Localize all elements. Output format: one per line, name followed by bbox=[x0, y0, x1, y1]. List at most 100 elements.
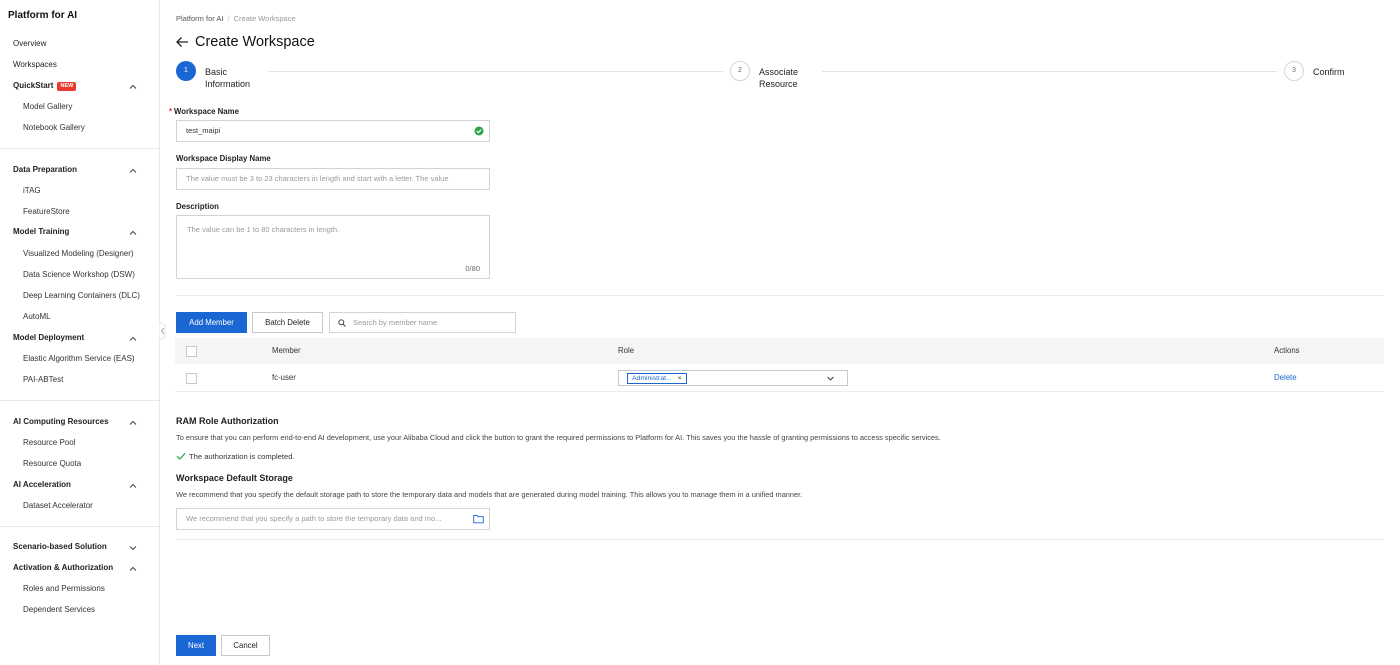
cancel-button[interactable]: Cancel bbox=[221, 635, 270, 656]
breadcrumb: Platform for AI / Create Workspace bbox=[176, 14, 296, 23]
breadcrumb-root[interactable]: Platform for AI bbox=[176, 14, 224, 23]
sidebar-item-model-gallery[interactable]: Model Gallery bbox=[23, 99, 72, 115]
sidebar-item-roles-permissions[interactable]: Roles and Permissions bbox=[23, 581, 105, 597]
close-icon[interactable]: × bbox=[678, 375, 682, 382]
section-divider bbox=[176, 539, 1384, 540]
member-name: fc-user bbox=[272, 373, 296, 382]
chevron-up-icon[interactable] bbox=[128, 561, 138, 577]
storage-path-input[interactable]: We recommend that you specify a path to … bbox=[176, 508, 490, 530]
description-label: Description bbox=[176, 202, 219, 211]
new-badge: NEW bbox=[57, 82, 77, 91]
step-1-label: Basic Information bbox=[205, 66, 250, 90]
sidebar-group-model-training[interactable]: Model Training bbox=[13, 224, 69, 240]
step-2-label: Associate Resource bbox=[759, 66, 798, 90]
step-2-line1: Associate bbox=[759, 67, 799, 77]
workspace-name-value: test_maipi bbox=[186, 126, 221, 135]
sidebar-group-ai-acceleration[interactable]: AI Acceleration bbox=[13, 477, 71, 493]
sidebar-item-notebook-gallery[interactable]: Notebook Gallery bbox=[23, 120, 85, 136]
sidebar-group-model-deployment[interactable]: Model Deployment bbox=[13, 330, 84, 346]
authorization-status-text: The authorization is completed. bbox=[189, 451, 295, 461]
sidebar-item-resource-quota[interactable]: Resource Quota bbox=[23, 456, 81, 472]
step-3-label: Confirm bbox=[1313, 67, 1345, 77]
breadcrumb-separator: / bbox=[227, 14, 230, 23]
step-3-indicator: 3 bbox=[1284, 61, 1304, 81]
step-connector bbox=[268, 71, 723, 72]
step-connector bbox=[822, 71, 1277, 72]
section-divider bbox=[176, 295, 1384, 296]
check-circle-icon bbox=[474, 126, 484, 136]
sidebar-item-dlc[interactable]: Deep Learning Containers (DLC) bbox=[23, 288, 140, 304]
sidebar-item-resource-pool[interactable]: Resource Pool bbox=[23, 435, 75, 451]
storage-description: We recommend that you specify the defaul… bbox=[176, 490, 803, 499]
sidebar-item-dataset-accelerator[interactable]: Dataset Accelerator bbox=[23, 498, 93, 514]
role-tag-text: Administrat... bbox=[632, 375, 672, 382]
display-name-label: Workspace Display Name bbox=[176, 154, 271, 163]
member-search-input[interactable]: Search by member name bbox=[329, 312, 516, 333]
sidebar-item-dependent-services[interactable]: Dependent Services bbox=[23, 602, 95, 618]
chevron-up-icon[interactable] bbox=[128, 79, 138, 95]
column-header-actions: Actions bbox=[1274, 346, 1300, 355]
step-2-indicator: 2 bbox=[730, 61, 750, 81]
sidebar-group-data-preparation[interactable]: Data Preparation bbox=[13, 162, 77, 178]
member-search-placeholder: Search by member name bbox=[353, 318, 438, 327]
table-row: fc-user Administrat... × Delete bbox=[175, 364, 1384, 392]
members-table-header: Member Role Actions bbox=[175, 338, 1384, 364]
sidebar-item-designer[interactable]: Visualized Modeling (Designer) bbox=[23, 246, 134, 262]
workspace-name-label-text: Workspace Name bbox=[174, 107, 239, 116]
sidebar-item-itag[interactable]: iTAG bbox=[23, 183, 41, 199]
sidebar: Platform for AI Overview Workspaces Quic… bbox=[0, 0, 160, 665]
sidebar-item-abtest[interactable]: PAI-ABTest bbox=[23, 372, 63, 388]
role-select[interactable]: Administrat... × bbox=[618, 370, 848, 386]
page-title: Create Workspace bbox=[195, 34, 315, 50]
ram-section-title: RAM Role Authorization bbox=[176, 416, 279, 426]
sidebar-divider bbox=[0, 526, 159, 527]
sidebar-divider bbox=[0, 400, 159, 401]
sidebar-group-scenario[interactable]: Scenario-based Solution bbox=[13, 539, 107, 555]
chevron-up-icon[interactable] bbox=[128, 415, 138, 431]
search-icon bbox=[338, 319, 346, 327]
breadcrumb-current: Create Workspace bbox=[233, 14, 296, 23]
chevron-up-icon[interactable] bbox=[128, 225, 138, 241]
sidebar-item-overview[interactable]: Overview bbox=[13, 36, 46, 52]
chevron-up-icon[interactable] bbox=[128, 163, 138, 179]
display-name-input[interactable]: The value must be 3 to 23 characters in … bbox=[176, 168, 490, 190]
main-content: Platform for AI / Create Workspace Create … bbox=[160, 0, 1400, 665]
step-1-line1: Basic bbox=[205, 67, 228, 77]
sidebar-item-workspaces[interactable]: Workspaces bbox=[13, 57, 57, 73]
step-1-indicator: 1 bbox=[176, 61, 196, 81]
delete-member-link[interactable]: Delete bbox=[1274, 364, 1297, 392]
ram-description: To ensure that you can perform end-to-en… bbox=[176, 433, 941, 442]
sidebar-group-activation[interactable]: Activation & Authorization bbox=[13, 560, 113, 576]
sidebar-group-ai-computing[interactable]: AI Computing Resources bbox=[13, 414, 109, 430]
authorization-status: The authorization is completed. bbox=[176, 451, 295, 461]
sidebar-item-automl[interactable]: AutoML bbox=[23, 309, 51, 325]
chevron-up-icon[interactable] bbox=[128, 478, 138, 494]
sidebar-group-quickstart[interactable]: QuickStart NEW bbox=[13, 78, 77, 94]
chevron-down-icon[interactable] bbox=[128, 540, 138, 556]
select-all-checkbox[interactable] bbox=[186, 346, 197, 357]
column-header-member: Member bbox=[272, 346, 301, 355]
check-icon bbox=[176, 452, 186, 460]
sidebar-item-featurestore[interactable]: FeatureStore bbox=[23, 204, 70, 220]
required-mark: * bbox=[169, 107, 173, 116]
role-tag: Administrat... × bbox=[627, 373, 687, 384]
sidebar-item-dsw[interactable]: Data Science Workshop (DSW) bbox=[23, 267, 135, 283]
description-placeholder: The value can be 1 to 80 characters in l… bbox=[187, 225, 340, 234]
chevron-up-icon[interactable] bbox=[128, 331, 138, 347]
next-button[interactable]: Next bbox=[176, 635, 216, 656]
title-row: Create Workspace bbox=[175, 33, 315, 51]
brand-title: Platform for AI bbox=[8, 10, 78, 21]
workspace-name-label: * Workspace Name bbox=[169, 107, 239, 116]
step-2-line2: Resource bbox=[759, 79, 798, 89]
add-member-button[interactable]: Add Member bbox=[176, 312, 247, 333]
description-textarea[interactable]: The value can be 1 to 80 characters in l… bbox=[176, 215, 490, 279]
folder-icon[interactable] bbox=[473, 514, 484, 524]
back-arrow-icon[interactable] bbox=[175, 35, 189, 49]
workspace-name-input[interactable]: test_maipi bbox=[176, 120, 490, 142]
sidebar-item-eas[interactable]: Elastic Algorithm Service (EAS) bbox=[23, 351, 135, 367]
chevron-down-icon bbox=[827, 376, 834, 381]
row-checkbox[interactable] bbox=[186, 373, 197, 384]
storage-path-placeholder: We recommend that you specify a path to … bbox=[186, 514, 442, 523]
batch-delete-button[interactable]: Batch Delete bbox=[252, 312, 323, 333]
sidebar-divider bbox=[0, 148, 159, 149]
